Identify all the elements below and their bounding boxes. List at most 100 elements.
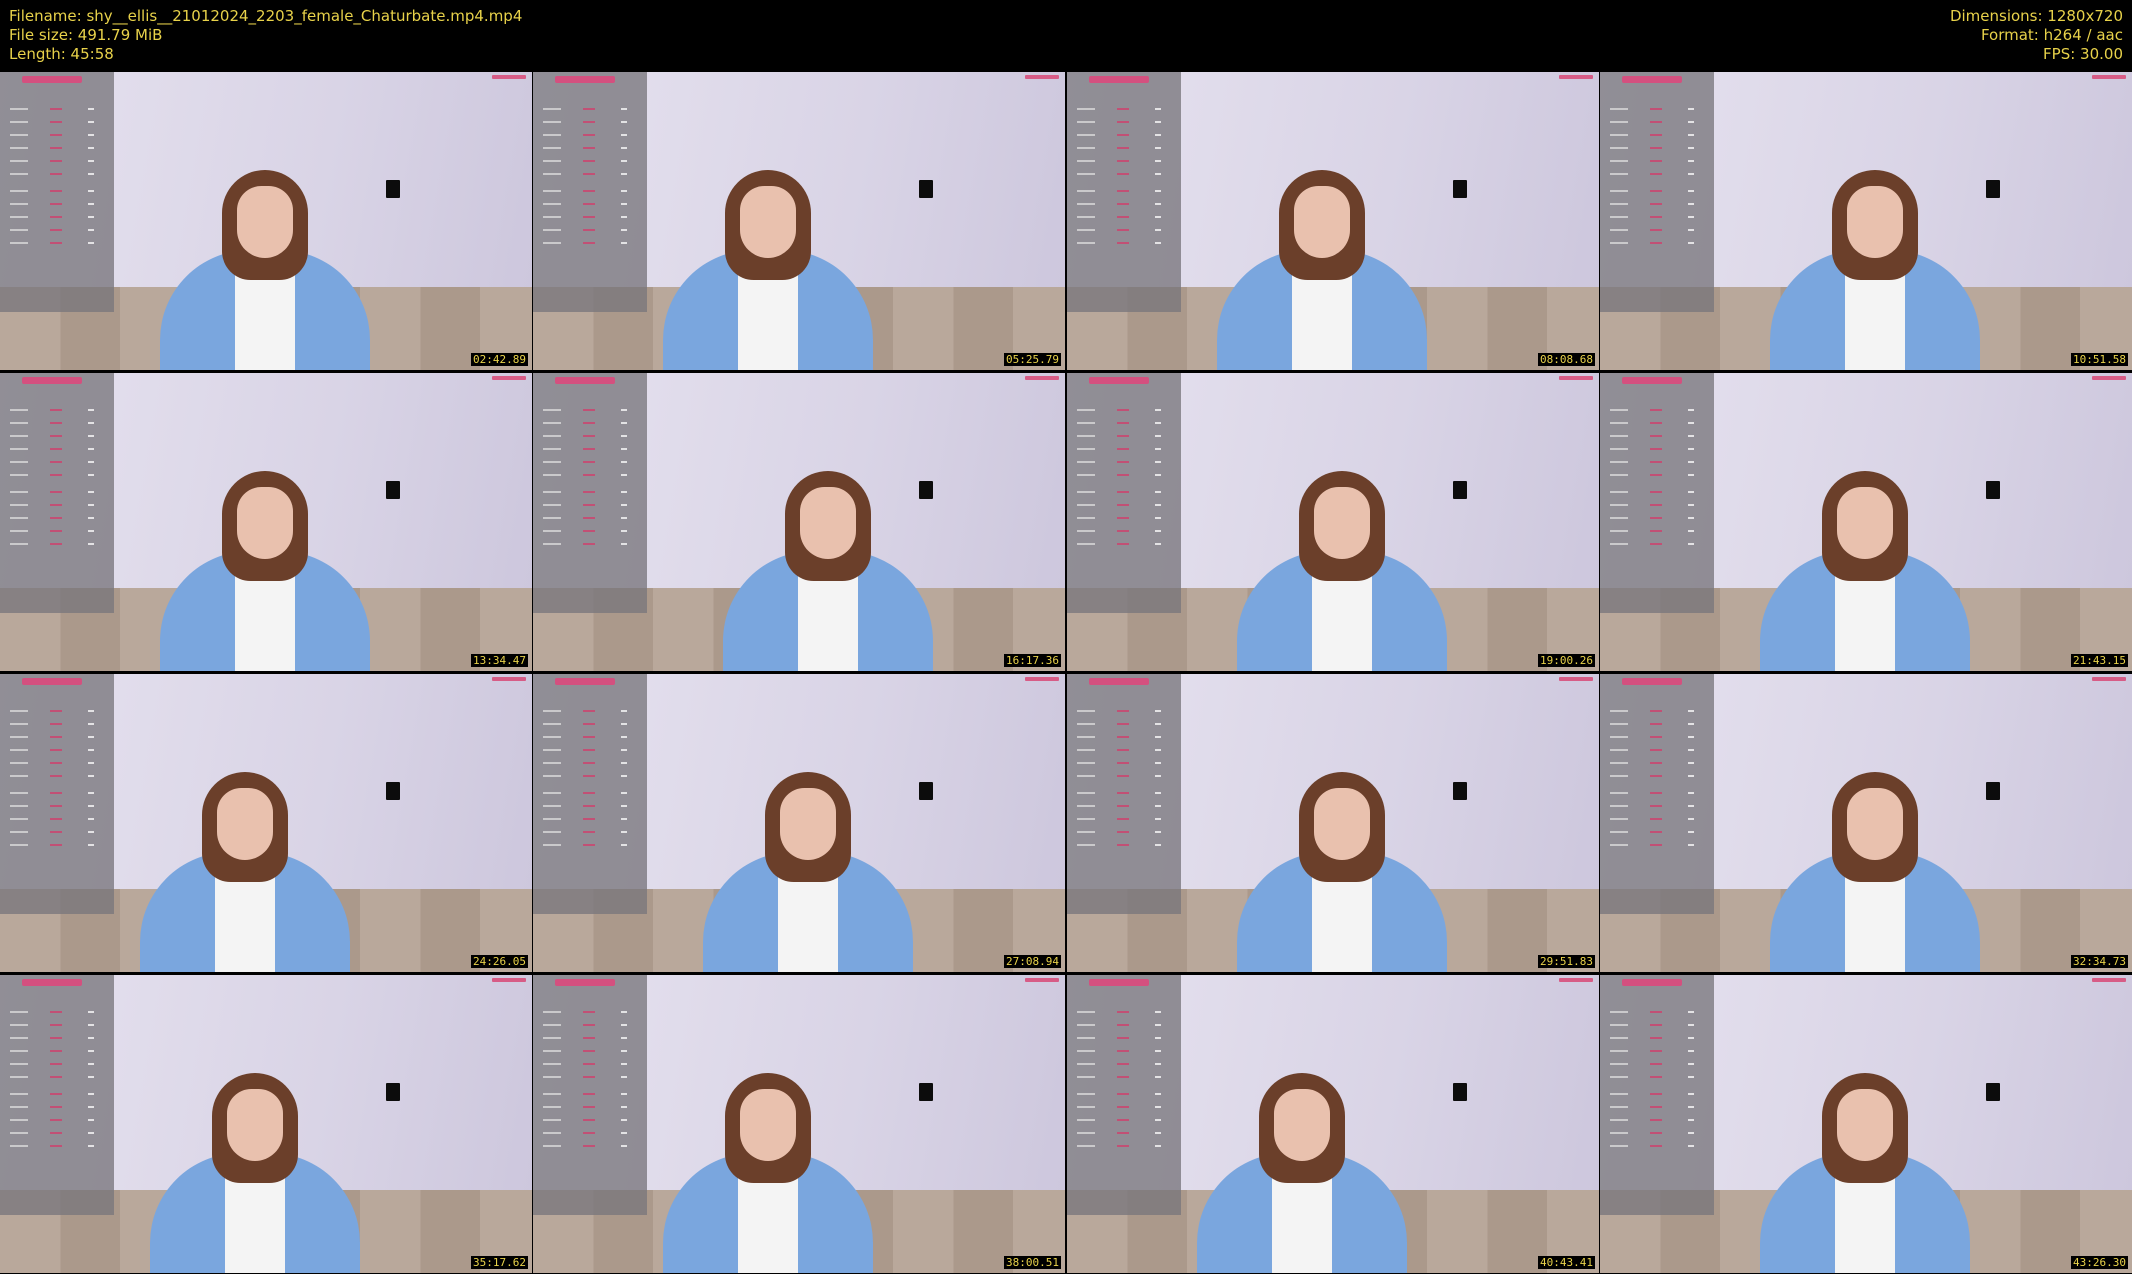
overlay-row xyxy=(543,134,627,136)
overlay-row xyxy=(543,461,627,463)
overlay-row xyxy=(1610,1093,1694,1095)
overlay-row xyxy=(1077,134,1161,136)
overlay-row xyxy=(10,461,94,463)
overlay-row xyxy=(1077,1106,1161,1108)
overlay-row xyxy=(543,1076,627,1078)
overlay-row xyxy=(1610,216,1694,218)
overlay-title-bar xyxy=(1089,377,1149,384)
thumbnail[interactable]: 13:34.47 xyxy=(0,373,532,671)
thumbnail[interactable]: 08:08.68 xyxy=(1067,72,1599,370)
overlay-row xyxy=(1077,474,1161,476)
wall-switch xyxy=(1453,180,1467,198)
overlay-row xyxy=(10,173,94,175)
watermark-logo xyxy=(1559,677,1593,681)
overlay-row xyxy=(10,1076,94,1078)
thumbnail[interactable]: 32:34.73 xyxy=(1600,674,2132,972)
overlay-row xyxy=(543,736,627,738)
overlay-title-bar xyxy=(22,979,82,986)
thumbnail[interactable]: 19:00.26 xyxy=(1067,373,1599,671)
overlay-row xyxy=(543,805,627,807)
thumbnail[interactable]: 38:00.51 xyxy=(533,975,1065,1273)
tip-menu-overlay xyxy=(1067,674,1181,914)
thumbnail[interactable]: 10:51.58 xyxy=(1600,72,2132,370)
overlay-row xyxy=(543,147,627,149)
overlay-title-bar xyxy=(555,979,615,986)
face xyxy=(780,788,836,860)
tip-menu-overlay xyxy=(1600,674,1714,914)
overlay-row xyxy=(543,435,627,437)
face xyxy=(237,186,293,258)
face xyxy=(217,788,273,860)
overlay-row xyxy=(1077,818,1161,820)
thumbnail[interactable]: 43:26.30 xyxy=(1600,975,2132,1273)
face xyxy=(1847,186,1903,258)
tip-menu-overlay xyxy=(533,975,647,1215)
overlay-row xyxy=(10,108,94,110)
thumbnail[interactable]: 29:51.83 xyxy=(1067,674,1599,972)
overlay-row xyxy=(10,242,94,244)
overlay-row xyxy=(10,710,94,712)
overlay-row xyxy=(10,844,94,846)
overlay-row xyxy=(1077,121,1161,123)
overlay-row xyxy=(1610,190,1694,192)
person-figure xyxy=(1217,732,1467,972)
overlay-row xyxy=(1610,1076,1694,1078)
overlay-row xyxy=(1610,1132,1694,1134)
overlay-row xyxy=(543,1119,627,1121)
overlay-row xyxy=(543,831,627,833)
thumbnail[interactable]: 21:43.15 xyxy=(1600,373,2132,671)
overlay-row xyxy=(1077,805,1161,807)
overlay-row xyxy=(1077,1037,1161,1039)
overlay-row xyxy=(1077,775,1161,777)
face xyxy=(1314,788,1370,860)
person-figure xyxy=(643,130,893,370)
overlay-row xyxy=(10,134,94,136)
thumbnail[interactable]: 16:17.36 xyxy=(533,373,1065,671)
person-figure xyxy=(643,1033,893,1273)
overlay-row xyxy=(1077,1063,1161,1065)
overlay-row xyxy=(1610,1119,1694,1121)
face xyxy=(1837,1089,1893,1161)
overlay-row xyxy=(543,775,627,777)
overlay-row xyxy=(10,831,94,833)
overlay-row xyxy=(1077,242,1161,244)
overlay-row xyxy=(10,1050,94,1052)
watermark-logo xyxy=(2092,75,2126,79)
overlay-row xyxy=(1077,1076,1161,1078)
overlay-row xyxy=(10,121,94,123)
thumbnail[interactable]: 05:25.79 xyxy=(533,72,1065,370)
overlay-row xyxy=(10,435,94,437)
overlay-title-bar xyxy=(1089,76,1149,83)
overlay-row xyxy=(10,491,94,493)
overlay-row xyxy=(10,409,94,411)
overlay-row xyxy=(543,844,627,846)
watermark-logo xyxy=(1025,75,1059,79)
overlay-row xyxy=(10,792,94,794)
overlay-row xyxy=(1610,749,1694,751)
overlay-row xyxy=(10,1145,94,1147)
overlay-row xyxy=(543,229,627,231)
overlay-row xyxy=(1610,736,1694,738)
overlay-row xyxy=(543,173,627,175)
thumbnail[interactable]: 35:17.62 xyxy=(0,975,532,1273)
watermark-logo xyxy=(1025,376,1059,380)
tip-menu-overlay xyxy=(1600,975,1714,1215)
overlay-row xyxy=(543,1037,627,1039)
thumbnail-timestamp: 24:26.05 xyxy=(471,955,528,968)
thumbnail[interactable]: 02:42.89 xyxy=(0,72,532,370)
overlay-row xyxy=(10,736,94,738)
thumbnail[interactable]: 24:26.05 xyxy=(0,674,532,972)
overlay-row xyxy=(1610,160,1694,162)
overlay-row xyxy=(10,749,94,751)
overlay-row xyxy=(1077,1011,1161,1013)
overlay-title-bar xyxy=(555,678,615,685)
overlay-row xyxy=(1610,1037,1694,1039)
overlay-row xyxy=(1610,1063,1694,1065)
overlay-row xyxy=(1610,134,1694,136)
overlay-row xyxy=(543,749,627,751)
overlay-title-bar xyxy=(555,377,615,384)
thumbnail[interactable]: 27:08.94 xyxy=(533,674,1065,972)
thumbnail[interactable]: 40:43.41 xyxy=(1067,975,1599,1273)
overlay-row xyxy=(1077,491,1161,493)
overlay-row xyxy=(1077,422,1161,424)
